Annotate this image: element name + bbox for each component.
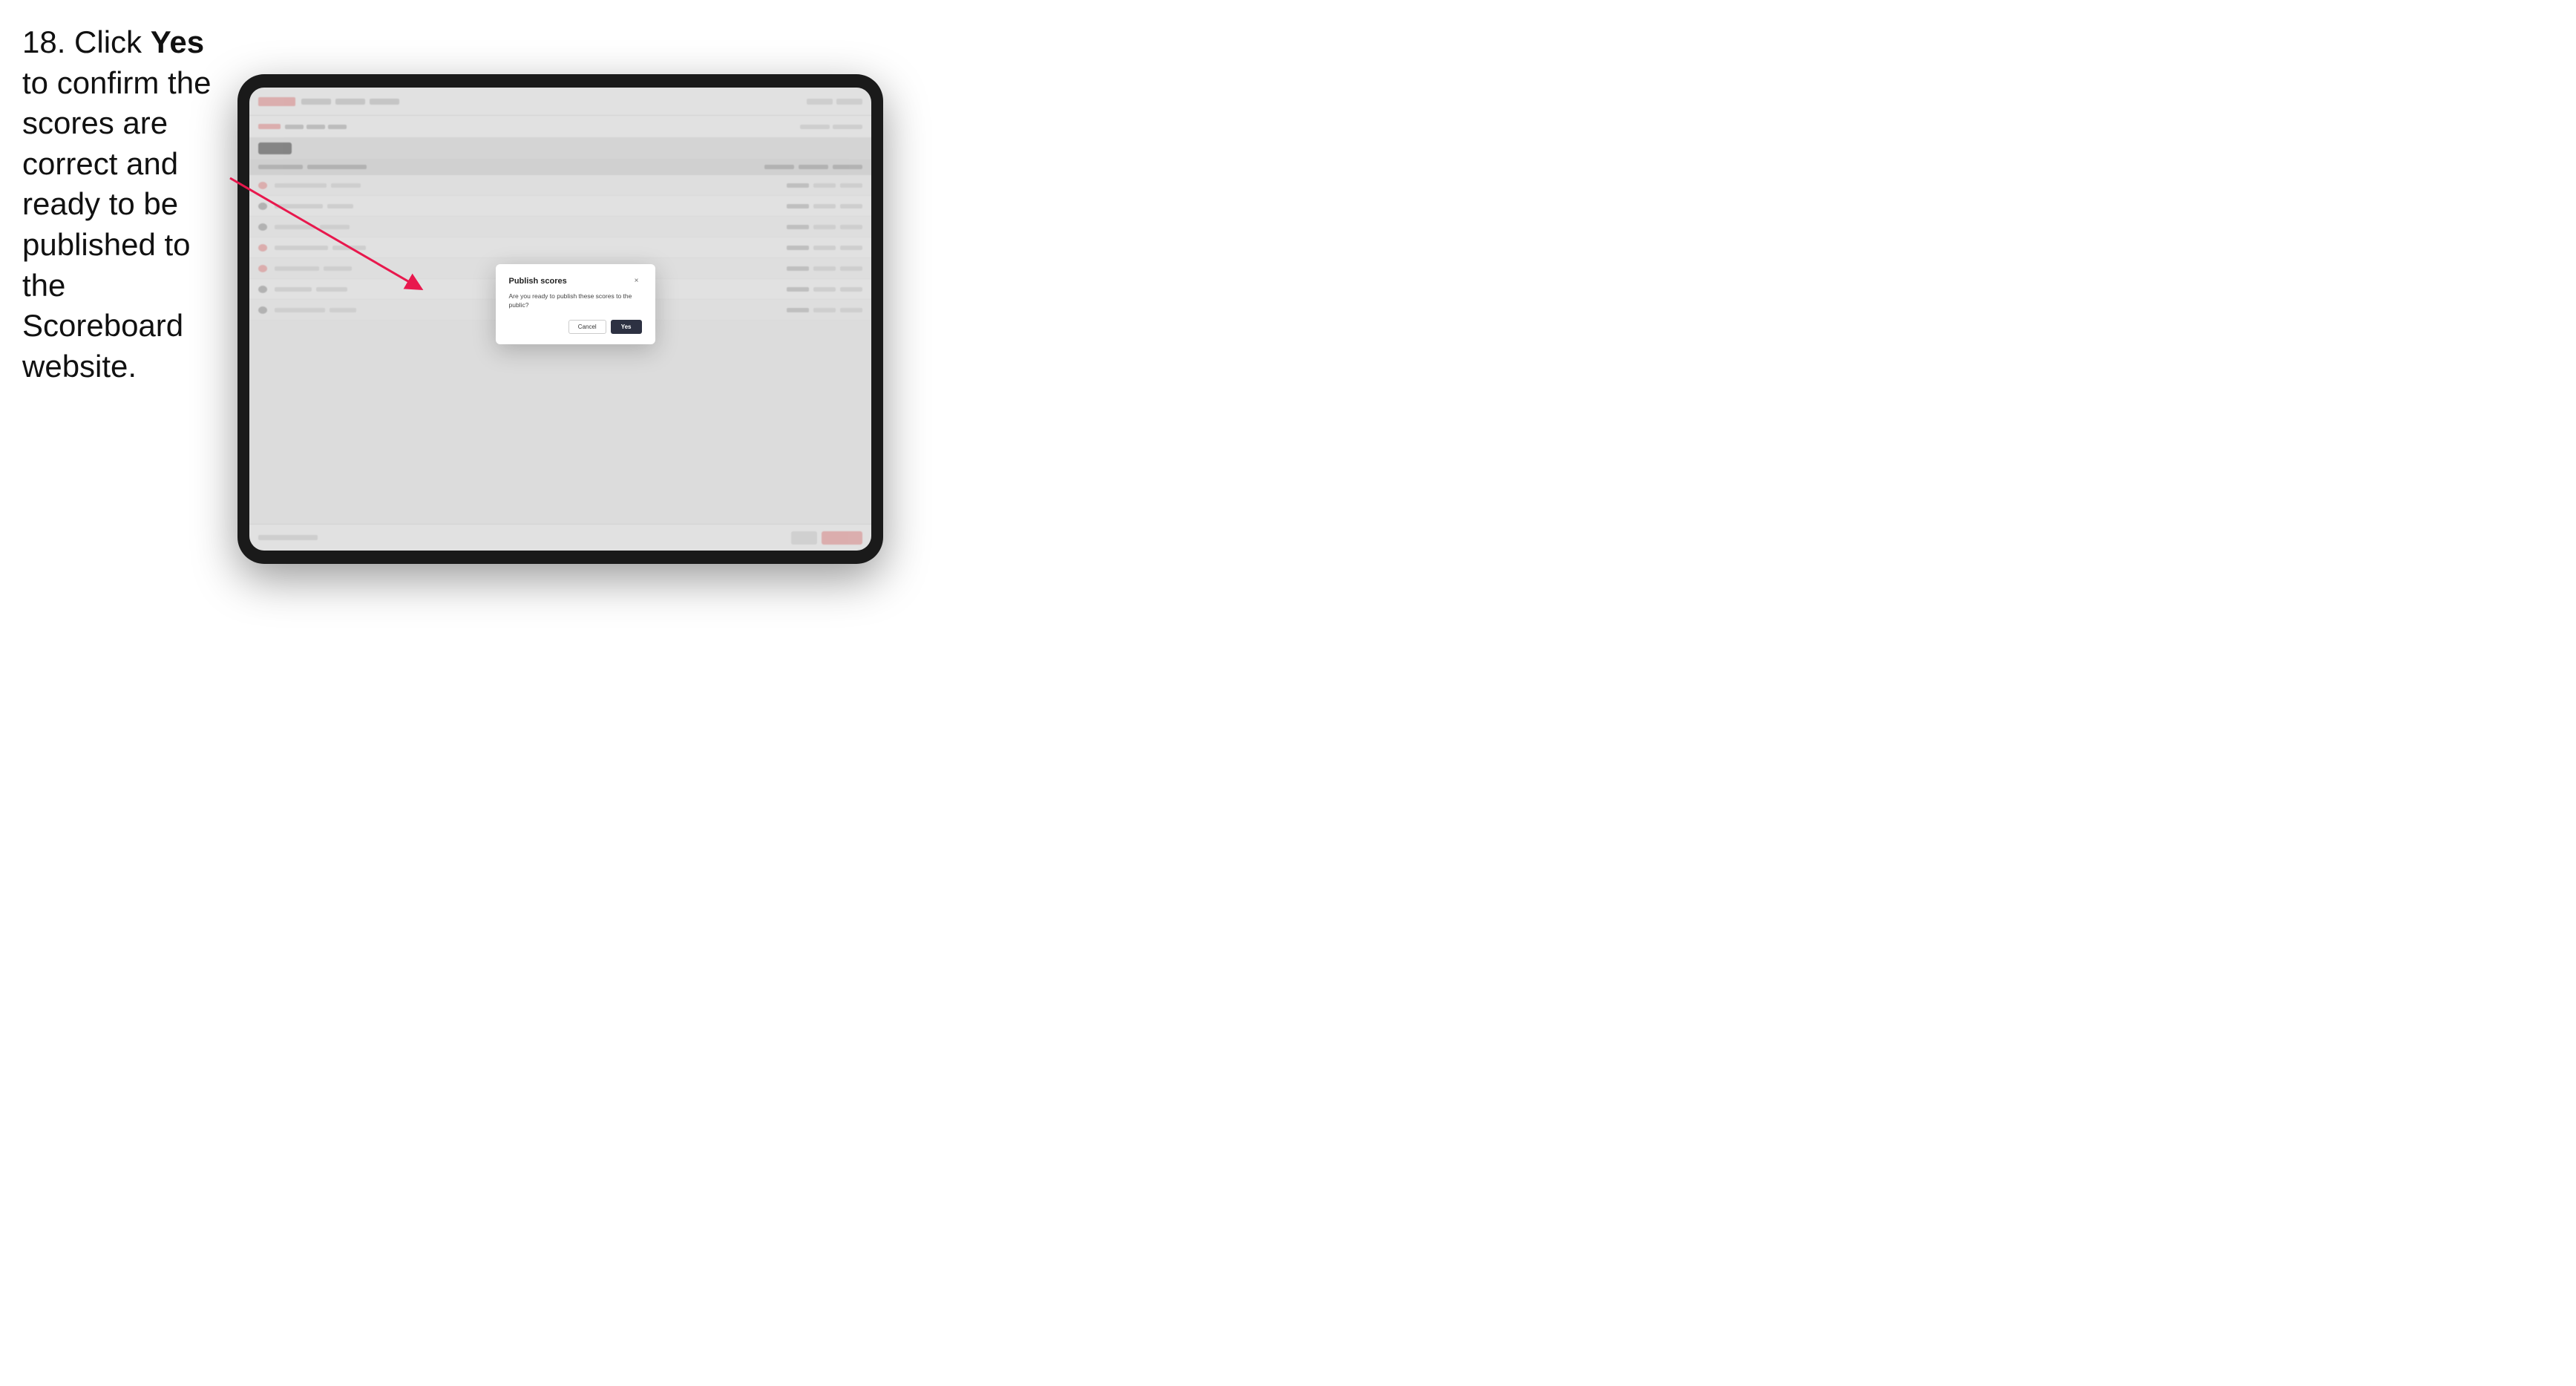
instruction-bold: Yes <box>151 24 204 59</box>
yes-button[interactable]: Yes <box>611 320 642 334</box>
dialog-overlay: Publish scores × Are you ready to publis… <box>249 88 871 551</box>
tablet-device: Publish scores × Are you ready to publis… <box>237 74 883 564</box>
dialog-header: Publish scores × <box>509 276 642 286</box>
instruction-text-after: to confirm the scores are correct and re… <box>22 65 211 384</box>
step-number: 18. <box>22 24 65 59</box>
cancel-button[interactable]: Cancel <box>568 320 606 334</box>
instruction-text-before: Click <box>65 24 150 59</box>
dialog-title: Publish scores <box>509 277 567 286</box>
dialog-body: Are you ready to publish these scores to… <box>509 292 642 310</box>
tablet-screen: Publish scores × Are you ready to publis… <box>249 88 871 551</box>
dialog-actions: Cancel Yes <box>509 320 642 334</box>
publish-scores-dialog: Publish scores × Are you ready to publis… <box>496 264 655 345</box>
instruction-text: 18. Click Yes to confirm the scores are … <box>22 22 230 387</box>
dialog-close-button[interactable]: × <box>632 276 642 286</box>
